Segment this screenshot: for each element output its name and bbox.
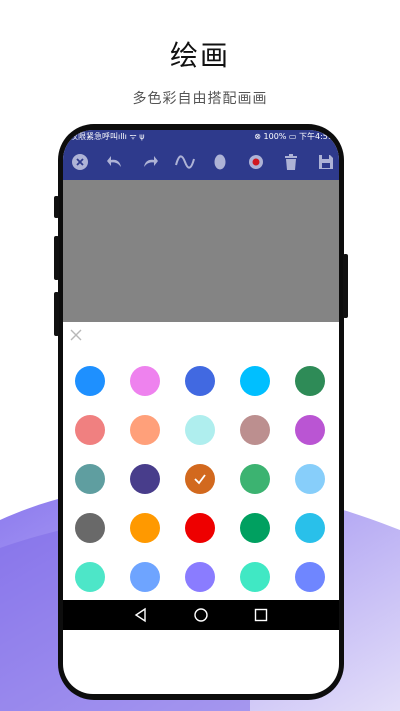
pen-curve-icon bbox=[175, 155, 195, 169]
close-icon[interactable] bbox=[69, 328, 83, 342]
drawing-canvas[interactable] bbox=[63, 180, 339, 322]
color-swatch[interactable] bbox=[240, 415, 270, 445]
color-swatch[interactable] bbox=[295, 464, 325, 494]
pen-button[interactable] bbox=[173, 150, 197, 174]
color-swatch[interactable] bbox=[130, 415, 160, 445]
color-swatch[interactable] bbox=[75, 366, 105, 396]
recents-icon[interactable] bbox=[253, 607, 269, 623]
color-swatch[interactable] bbox=[295, 415, 325, 445]
redo-button[interactable] bbox=[138, 150, 162, 174]
color-swatch[interactable] bbox=[130, 562, 160, 592]
phone-side-button bbox=[54, 292, 59, 336]
color-swatch[interactable] bbox=[185, 513, 215, 543]
home-icon[interactable] bbox=[193, 607, 209, 623]
color-swatch[interactable] bbox=[295, 366, 325, 396]
color-swatch[interactable] bbox=[75, 464, 105, 494]
color-swatch[interactable] bbox=[130, 513, 160, 543]
save-icon bbox=[319, 155, 333, 169]
color-picker-panel bbox=[63, 322, 339, 600]
color-swatch-selected[interactable] bbox=[185, 464, 215, 494]
status-right: ⊗ 100% ▭ 下午4:59 bbox=[254, 132, 333, 141]
phone-side-button bbox=[54, 196, 59, 218]
delete-button[interactable] bbox=[279, 150, 303, 174]
undo-button[interactable] bbox=[103, 150, 127, 174]
eraser-button[interactable] bbox=[208, 150, 232, 174]
color-swatch[interactable] bbox=[240, 513, 270, 543]
page-subtitle: 多色彩自由搭配画画 bbox=[132, 91, 268, 107]
phone-side-button bbox=[54, 236, 59, 280]
page-title: 绘画 bbox=[169, 39, 230, 72]
save-button[interactable] bbox=[314, 150, 338, 174]
undo-icon bbox=[107, 156, 121, 167]
color-swatch[interactable] bbox=[130, 464, 160, 494]
color-swatch[interactable] bbox=[295, 562, 325, 592]
color-swatch[interactable] bbox=[185, 415, 215, 445]
color-swatch[interactable] bbox=[75, 415, 105, 445]
color-swatch[interactable] bbox=[75, 562, 105, 592]
android-nav-bar bbox=[63, 600, 339, 630]
eraser-icon bbox=[214, 154, 226, 170]
status-bar: 汉限紧急呼叫ıllı ᯤ ψ ⊗ 100% ▭ 下午4:59 bbox=[63, 130, 339, 144]
color-swatch[interactable] bbox=[75, 513, 105, 543]
color-button[interactable] bbox=[244, 150, 268, 174]
phone-screen: 汉限紧急呼叫ıllı ᯤ ψ ⊗ 100% ▭ 下午4:59 bbox=[63, 130, 339, 694]
color-swatch[interactable] bbox=[130, 366, 160, 396]
color-swatch[interactable] bbox=[240, 464, 270, 494]
color-swatch[interactable] bbox=[295, 513, 325, 543]
drawing-toolbar bbox=[63, 144, 339, 180]
close-circle-icon bbox=[72, 154, 88, 170]
color-swatch[interactable] bbox=[240, 562, 270, 592]
back-icon[interactable] bbox=[133, 607, 149, 623]
status-left: 汉限紧急呼叫ıllı ᯤ ψ bbox=[70, 132, 145, 141]
color-palette-icon bbox=[249, 155, 263, 169]
color-swatch[interactable] bbox=[240, 366, 270, 396]
close-button[interactable] bbox=[68, 150, 92, 174]
color-swatch[interactable] bbox=[185, 562, 215, 592]
color-swatch[interactable] bbox=[185, 366, 215, 396]
redo-icon bbox=[144, 156, 158, 167]
phone-frame: 汉限紧急呼叫ıllı ᯤ ψ ⊗ 100% ▭ 下午4:59 bbox=[54, 124, 348, 700]
trash-icon bbox=[285, 154, 297, 170]
phone-power-button bbox=[343, 254, 348, 318]
checkmark-icon bbox=[194, 474, 206, 485]
